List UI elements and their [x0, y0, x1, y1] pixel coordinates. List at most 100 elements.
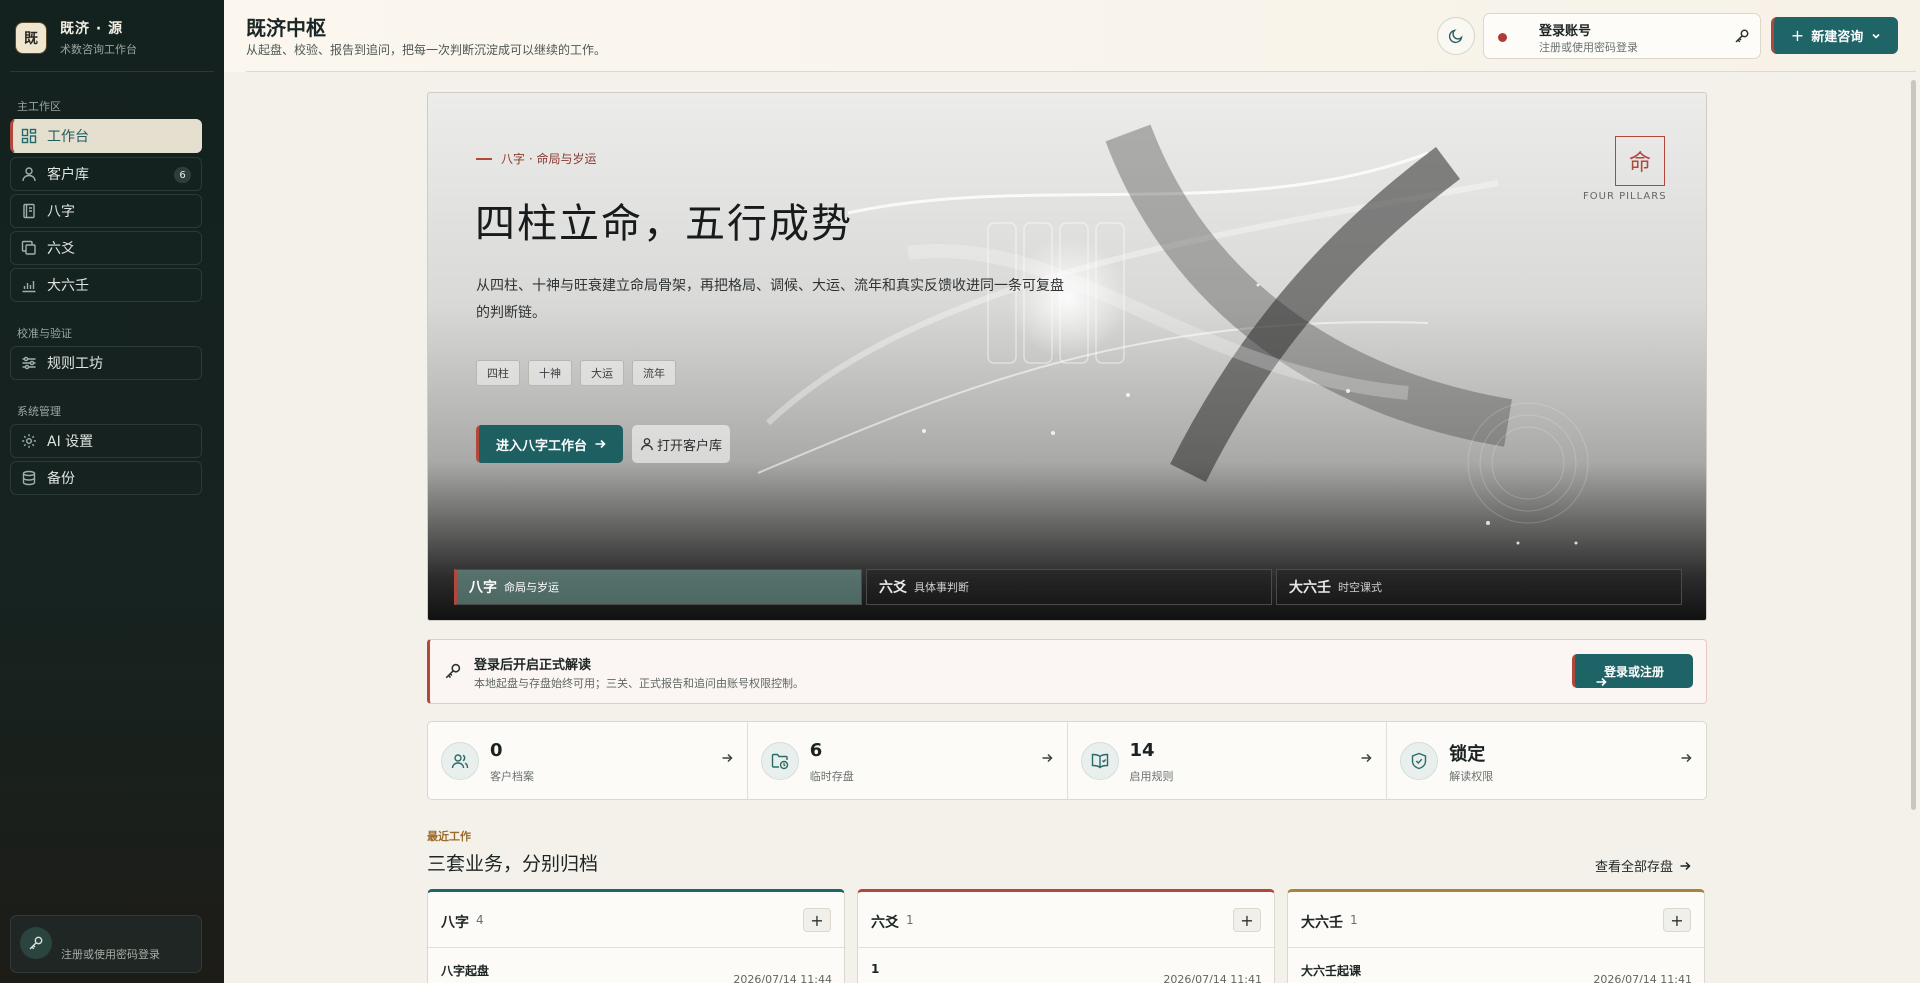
- sidebar-item-label: 备份: [47, 471, 75, 487]
- sidebar-item-clients[interactable]: 客户库 6: [10, 157, 202, 191]
- column-count: 1: [906, 913, 914, 927]
- user-icon: [21, 166, 37, 182]
- sliders-icon: [21, 355, 37, 371]
- seal-stamp: 命: [1615, 136, 1665, 186]
- theme-toggle-button[interactable]: [1437, 17, 1475, 55]
- brand-subtitle: 术数咨询工作台: [60, 43, 137, 56]
- stat-label: 客户档案: [490, 770, 534, 783]
- brand-logo: 既: [16, 22, 46, 53]
- key-icon: [444, 662, 462, 680]
- list-item-time: 2026/07/14 11:44: [733, 973, 832, 983]
- key-icon: [20, 927, 52, 959]
- arrow-right-icon: [594, 438, 606, 450]
- stat-interpretation-permission[interactable]: 锁定 解读权限: [1387, 722, 1706, 799]
- sidebar-item-liuyao[interactable]: 六爻: [10, 231, 202, 265]
- login-or-register-button[interactable]: 登录或注册: [1572, 654, 1693, 688]
- moon-icon: [1448, 28, 1464, 44]
- stat-value: 6: [809, 740, 823, 761]
- recent-kicker: 最近工作: [427, 830, 471, 843]
- arrow-right-icon: [1680, 752, 1692, 764]
- tab-liuyao-subtitle: 具体事判断: [914, 581, 969, 594]
- hero-description: 从四柱、十神与旺衰建立命局骨架，再把格局、调候、大运、流年和真实反馈收进同一条可…: [476, 278, 1064, 321]
- new-consultation-button[interactable]: + 新建咨询: [1771, 17, 1898, 54]
- view-all-saves-link[interactable]: 查看全部存盘: [1595, 856, 1691, 875]
- add-liuyao-button[interactable]: +: [1233, 908, 1261, 932]
- header-divider: [246, 71, 1916, 72]
- database-icon: [21, 470, 37, 486]
- sidebar-item-daliuren[interactable]: 大六壬: [10, 268, 202, 302]
- stat-temp-saves[interactable]: 6 临时存盘: [748, 722, 1068, 799]
- stats-bar: 0 客户档案 6 临时存盘 14 启用规则 锁定 解读权限: [427, 721, 1707, 800]
- column-count: 1: [1350, 913, 1358, 927]
- sidebar-item-ai-settings[interactable]: AI 设置: [10, 424, 202, 458]
- arrow-right-icon: [1679, 860, 1691, 872]
- dashboard-icon: [21, 128, 37, 144]
- user-icon: [640, 437, 654, 451]
- status-dot: [1498, 33, 1507, 42]
- brand[interactable]: 既 既济 · 源 术数咨询工作台: [16, 18, 137, 57]
- recent-column-daliuren: 大六壬 1 + 大六壬起课 2026/07/14 11:41: [1287, 889, 1705, 983]
- sidebar-login-card[interactable]: 注册或使用密码登录: [10, 915, 202, 973]
- chip-dayun: 大运: [580, 360, 624, 386]
- tab-liuyao[interactable]: 六爻 具体事判断: [866, 569, 1272, 605]
- enter-bazi-workspace-button[interactable]: 进入八字工作台: [476, 425, 623, 463]
- account-title: 登录账号: [1539, 24, 1592, 39]
- open-client-library-button[interactable]: 打开客户库: [632, 425, 730, 463]
- sidebar-item-bazi[interactable]: 八字: [10, 194, 202, 228]
- hero-tag-text: 八字 · 命局与岁运: [501, 152, 597, 166]
- tab-liuyao-title: 六爻: [879, 580, 907, 596]
- sidebar-item-label: 六爻: [47, 241, 75, 257]
- account-login-box[interactable]: 登录账号 注册或使用密码登录: [1483, 13, 1761, 59]
- sidebar-item-label: 八字: [47, 204, 75, 220]
- brand-title: 既济 · 源: [60, 21, 124, 37]
- chip-shishen: 十神: [528, 360, 572, 386]
- hero-chips: 四柱 十神 大运 流年: [476, 360, 684, 386]
- stat-label: 启用规则: [1129, 770, 1174, 783]
- column-name: 大六壬: [1301, 915, 1343, 931]
- column-header: 大六壬 1 +: [1288, 892, 1704, 948]
- enter-bazi-label: 进入八字工作台: [495, 438, 587, 454]
- sidebar-item-label: AI 设置: [47, 434, 94, 450]
- section-label-main: 主工作区: [17, 100, 61, 113]
- list-item-time: 2026/07/14 11:41: [1163, 973, 1262, 983]
- chip-liunian: 流年: [632, 360, 676, 386]
- page-scrollbar[interactable]: [1911, 80, 1916, 810]
- gear-icon: [21, 433, 37, 449]
- banner-title: 登录后开启正式解读: [474, 658, 592, 673]
- column-header: 八字 4 +: [428, 892, 844, 948]
- add-daliuren-button[interactable]: +: [1663, 908, 1691, 932]
- folder-clock-icon: [760, 742, 799, 780]
- stat-value: 0: [490, 740, 503, 761]
- sidebar-item-rules[interactable]: 规则工坊: [10, 346, 202, 380]
- sidebar-item-dashboard[interactable]: 工作台: [10, 119, 202, 153]
- seal-caption: FOUR PILLARS: [1583, 191, 1667, 202]
- stat-client-files[interactable]: 0 客户档案: [428, 722, 748, 799]
- tab-daliuren[interactable]: 大六壬 时空课式: [1276, 569, 1682, 605]
- stat-enabled-rules[interactable]: 14 启用规则: [1068, 722, 1388, 799]
- column-count: 4: [476, 913, 484, 927]
- list-item[interactable]: 1: [871, 962, 879, 976]
- tab-bazi-title: 八字: [469, 580, 497, 596]
- recent-column-liuyao: 六爻 1 + 1 2026/07/14 11:41: [857, 889, 1275, 983]
- tab-bazi[interactable]: 八字 命局与岁运: [454, 569, 862, 605]
- arrow-right-icon: [1360, 752, 1372, 764]
- page-subtitle: 从起盘、校验、报告到追问，把每一次判断沉淀成可以继续的工作。: [246, 43, 607, 57]
- shield-check-icon: [1400, 742, 1439, 780]
- sidebar-item-backup[interactable]: 备份: [10, 461, 202, 495]
- tab-daliuren-title: 大六壬: [1289, 580, 1331, 596]
- sidebar-item-label: 大六壬: [47, 278, 89, 294]
- book-icon: [21, 203, 37, 219]
- view-all-label: 查看全部存盘: [1595, 860, 1674, 875]
- list-item[interactable]: 八字起盘: [441, 962, 489, 979]
- hero-title: 四柱立命，五行成势: [475, 201, 853, 247]
- banner-subtitle: 本地起盘与存盘始终可用；三关、正式报告和追问由账号权限控制。: [474, 677, 804, 690]
- recent-column-bazi: 八字 4 + 八字起盘 2026/07/14 11:44: [427, 889, 845, 983]
- stat-label: 临时存盘: [809, 770, 854, 783]
- arrow-right-icon: [721, 752, 733, 764]
- section-label-calibration: 校准与验证: [17, 327, 72, 340]
- new-consultation-label: 新建咨询: [1811, 30, 1864, 45]
- arrow-right-icon: [1041, 752, 1053, 764]
- sidebar-item-label: 客户库: [47, 167, 89, 183]
- list-item[interactable]: 大六壬起课: [1301, 962, 1361, 979]
- add-bazi-button[interactable]: +: [803, 908, 831, 932]
